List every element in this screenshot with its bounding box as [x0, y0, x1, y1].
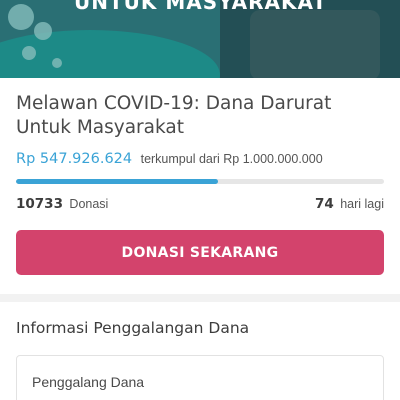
- campaign-banner: UNTUK MASYARAKAT: [0, 0, 400, 78]
- donations-count: 10733: [16, 196, 63, 212]
- campaign-stats: 10733 Donasi 74 hari lagi: [16, 195, 384, 215]
- virus-icon: [52, 58, 62, 68]
- donate-now-button[interactable]: DONASI SEKARANG: [16, 230, 384, 275]
- days-left-label: hari lagi: [340, 197, 384, 211]
- donations-stat: 10733 Donasi: [16, 195, 108, 213]
- funding-progress-fill: [16, 179, 218, 184]
- campaign-summary-card: Melawan COVID-19: Dana Darurat Untuk Mas…: [0, 78, 400, 294]
- collected-target-text: terkumpul dari Rp 1.000.000.000: [140, 152, 323, 166]
- funding-progress-bar: [16, 179, 384, 184]
- banner-headline: UNTUK MASYARAKAT: [74, 0, 328, 14]
- virus-icon: [22, 46, 36, 60]
- virus-icon: [8, 4, 34, 30]
- fundraising-info-section: Informasi Penggalangan Dana Penggalang D…: [0, 302, 400, 400]
- banner-photo: [250, 10, 380, 78]
- collected-row: Rp 547.926.624 terkumpul dari Rp 1.000.0…: [16, 150, 323, 168]
- section-title: Informasi Penggalangan Dana: [16, 319, 250, 337]
- fundraiser-label: Penggalang Dana: [32, 374, 145, 390]
- collected-amount: Rp 547.926.624: [16, 151, 133, 167]
- virus-icon: [34, 22, 52, 40]
- campaign-title: Melawan COVID-19: Dana Darurat Untuk Mas…: [16, 93, 332, 138]
- donations-label: Donasi: [69, 197, 109, 211]
- fundraiser-card[interactable]: Penggalang Dana: [16, 355, 384, 400]
- days-left-count: 74: [314, 196, 334, 212]
- days-left-stat: 74 hari lagi: [315, 195, 384, 213]
